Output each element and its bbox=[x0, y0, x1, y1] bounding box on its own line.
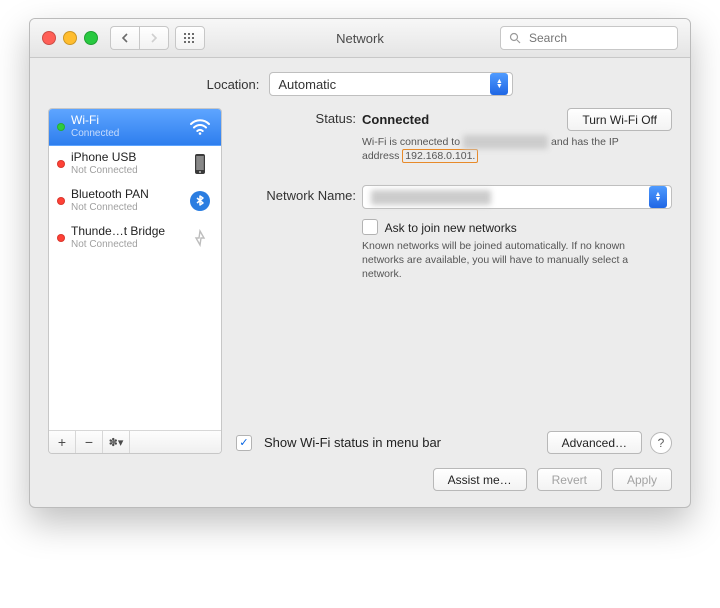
sidebar-item-thunderbolt[interactable]: Thunde…t BridgeNot Connected bbox=[49, 220, 221, 257]
chevron-updown-icon: ▲▼ bbox=[490, 73, 508, 95]
bluetooth-icon bbox=[187, 190, 213, 212]
remove-service-button[interactable]: − bbox=[76, 431, 103, 453]
forward-button[interactable] bbox=[139, 26, 169, 50]
status-value: Connected bbox=[362, 112, 429, 127]
actions-menu-button[interactable]: ✽▾ bbox=[103, 431, 130, 453]
status-dot-icon bbox=[57, 197, 65, 205]
status-label: Status: bbox=[236, 108, 356, 126]
status-dot-icon bbox=[57, 234, 65, 242]
back-button[interactable] bbox=[110, 26, 139, 50]
service-sub: Not Connected bbox=[71, 164, 138, 177]
status-dot-icon bbox=[57, 160, 65, 168]
services-sidebar: Wi-FiConnected iPhone USBNot Connected B… bbox=[48, 108, 222, 454]
advanced-button[interactable]: Advanced… bbox=[547, 431, 642, 454]
status-dot-icon bbox=[57, 123, 65, 131]
show-all-button[interactable] bbox=[175, 26, 205, 50]
service-sub: Connected bbox=[71, 127, 119, 140]
ask-join-label: Ask to join new networks bbox=[385, 221, 517, 235]
sidebar-item-wifi[interactable]: Wi-FiConnected bbox=[49, 109, 221, 146]
phone-icon bbox=[187, 153, 213, 175]
location-label: Location: bbox=[207, 77, 260, 92]
location-select[interactable]: Automatic ▲▼ bbox=[269, 72, 513, 96]
ask-join-checkbox[interactable] bbox=[362, 219, 378, 235]
status-description: Wi-Fi is connected to REDACTED SSID and … bbox=[362, 135, 642, 163]
network-name-select[interactable]: REDACTED ▲▼ bbox=[362, 185, 672, 209]
close-window[interactable] bbox=[42, 31, 56, 45]
service-sub: Not Connected bbox=[71, 201, 149, 214]
service-sub: Not Connected bbox=[71, 238, 165, 251]
help-button[interactable]: ? bbox=[650, 432, 672, 454]
main-panel: Status: Connected Turn Wi-Fi Off Wi-Fi i… bbox=[236, 108, 672, 454]
wifi-icon bbox=[187, 119, 213, 135]
service-name: Wi-Fi bbox=[71, 114, 119, 127]
network-name-value: REDACTED bbox=[371, 190, 491, 205]
sidebar-item-iphoneusb[interactable]: iPhone USBNot Connected bbox=[49, 146, 221, 183]
search-icon bbox=[509, 32, 521, 44]
service-name: Bluetooth PAN bbox=[71, 188, 149, 201]
window-controls bbox=[42, 31, 98, 45]
network-name-label: Network Name: bbox=[236, 185, 356, 203]
apply-button[interactable]: Apply bbox=[612, 468, 672, 491]
turn-wifi-off-button[interactable]: Turn Wi-Fi Off bbox=[567, 108, 672, 131]
search-input[interactable] bbox=[527, 30, 651, 46]
ip-address: 192.168.0.101. bbox=[402, 149, 478, 163]
thunderbolt-icon bbox=[187, 227, 213, 249]
show-status-label: Show Wi-Fi status in menu bar bbox=[264, 435, 441, 450]
chevron-updown-icon: ▲▼ bbox=[649, 186, 667, 208]
show-status-checkbox[interactable]: ✓ bbox=[236, 435, 252, 451]
sidebar-item-bluetooth[interactable]: Bluetooth PANNot Connected bbox=[49, 183, 221, 220]
add-service-button[interactable]: + bbox=[49, 431, 76, 453]
service-name: Thunde…t Bridge bbox=[71, 225, 165, 238]
titlebar: Network bbox=[30, 19, 690, 58]
assist-me-button[interactable]: Assist me… bbox=[433, 468, 527, 491]
zoom-window[interactable] bbox=[84, 31, 98, 45]
location-value: Automatic bbox=[278, 77, 336, 92]
search-field[interactable] bbox=[500, 26, 678, 50]
service-name: iPhone USB bbox=[71, 151, 138, 164]
ask-join-desc: Known networks will be joined automatica… bbox=[362, 239, 642, 281]
minimize-window[interactable] bbox=[63, 31, 77, 45]
window: Network Location: Automatic ▲▼ Wi-FiConn… bbox=[29, 18, 691, 508]
revert-button[interactable]: Revert bbox=[537, 468, 602, 491]
